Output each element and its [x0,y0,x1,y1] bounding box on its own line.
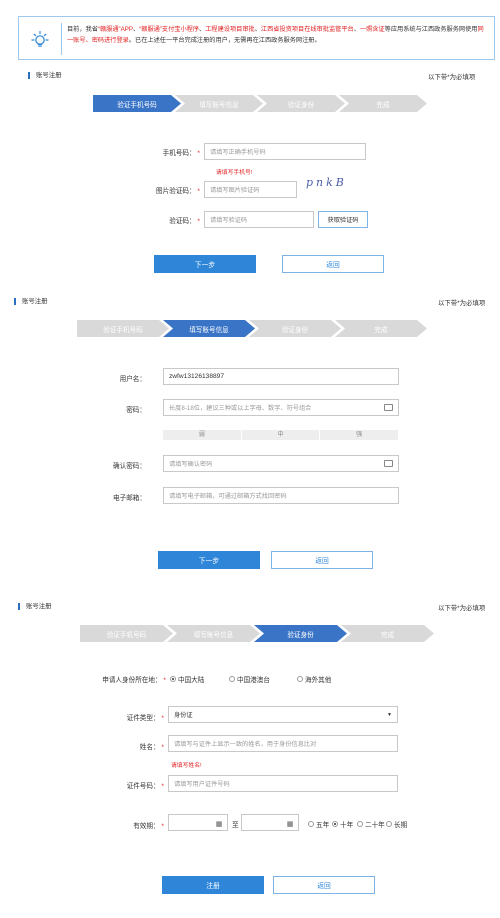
strength-strong: 强 [320,430,400,440]
next-button[interactable]: 下一步 [158,551,260,569]
date-range-separator: 至 [232,822,239,829]
step-verify-phone: 验证手机号码 [77,320,169,337]
region-option-hk-macao-taiwan[interactable]: 中国港澳台 [229,674,270,684]
name-label: 姓名： * [139,744,164,751]
validity-option-five-years[interactable]: 五年 [308,819,329,829]
radio-icon [332,821,338,827]
step-verify-identity: 验证身份 [257,95,345,112]
notice-segment: 江西省投资项目在线审批监管平台 [260,26,354,33]
next-button[interactable]: 下一步 [154,255,256,273]
step-verify-identity: 验证身份 [254,625,347,642]
calendar-icon[interactable]: ▦ [214,819,224,828]
step-verify-phone: 验证手机号码 [80,625,173,642]
step-bar: 验证手机号码 填写账号信息 验证身份 完成 [80,625,438,642]
name-input[interactable]: 请填写与证件上显示一致的姓名，用于身份信息比对 [168,735,398,752]
section-title: 账号注册 [18,603,52,610]
notice-segment: 一照含证 [359,26,385,33]
radio-icon [170,676,176,682]
notice-segment: 等应用系统与江西政务服务网使用 [384,26,478,33]
keyboard-icon[interactable] [384,404,393,411]
validity-start-input[interactable]: ▦ [168,814,228,831]
step-verify-identity: 验证身份 [249,320,341,337]
email-input[interactable]: 请填写电子邮箱，可通过邮箱方式找回密码 [163,487,399,504]
captcha-label: 图片验证码： * [156,188,200,195]
notice-divider [61,23,62,55]
notice-segment: 工程建设项目审批 [205,26,255,33]
id-type-value: 身份证 [174,712,193,719]
step-account-info: 填写账号信息 [167,625,260,642]
calendar-icon[interactable]: ▦ [285,819,295,828]
password-label: 密码： [126,407,146,414]
step-bar: 验证手机号码 填写账号信息 验证身份 完成 [77,320,431,337]
password-strength-meter: 弱 中 强 [163,430,400,440]
strength-medium: 中 [242,430,321,440]
notice-banner: 目前，我省“赣服通”APP、“赣服通”支付宝小程序、工程建设项目审批、江西省投资… [18,16,495,60]
name-error: 请填写姓名! [171,763,202,769]
step-complete: 完成 [339,95,427,112]
confirm-password-input[interactable]: 请填写确认密码 [163,455,399,472]
back-button[interactable]: 返回 [282,255,384,273]
id-number-label: 证件号码： * [126,783,164,790]
strength-weak: 弱 [163,430,242,440]
notice-segment: 目前，我省 [67,26,98,33]
password-input[interactable]: 长度8-18位，建议三种或以上字母、数字、符号组合 [163,399,399,416]
back-button[interactable]: 返回 [273,876,375,894]
radio-icon [386,821,392,827]
username-input[interactable]: zwfw13126138897 [163,368,399,385]
radio-icon [229,676,235,682]
phone-label: 手机号码： * [162,150,200,157]
id-type-select[interactable]: 身份证 ▼ [168,706,398,723]
username-label: 用户名： [119,376,146,383]
phone-input[interactable]: 请填写正确手机号码 [204,143,366,160]
keyboard-icon[interactable] [384,460,393,467]
step-bar: 验证手机号码 填写账号信息 验证身份 完成 [93,95,433,112]
section-title: 账号注册 [28,72,62,79]
step-account-info: 填写账号信息 [175,95,263,112]
sms-code-input[interactable]: 请填写验证码 [204,211,314,228]
validity-option-long-term[interactable]: 长期 [386,819,407,829]
get-code-button[interactable]: 获取验证码 [318,211,368,228]
radio-icon [297,676,303,682]
phone-error: 请填写手机号! [216,170,253,176]
section-title: 账号注册 [14,298,48,305]
notice-segment: 。已在上述任一平台完成注册的用户，无需再在江西政务服务网注册。 [128,37,321,44]
validity-end-input[interactable]: ▦ [241,814,299,831]
step-complete: 完成 [341,625,434,642]
validity-option-twenty-years[interactable]: 二十年 [357,819,385,829]
step-verify-phone: 验证手机号码 [93,95,181,112]
region-option-mainland[interactable]: 中国大陆 [170,674,204,684]
id-number-input[interactable]: 请填写用户证件号码 [168,775,398,792]
register-button[interactable]: 注册 [162,876,264,894]
step-account-info: 填写账号信息 [163,320,255,337]
required-note: 以下带*为必填项 [438,300,486,307]
region-label: 申请人身份所在地： * [102,677,166,684]
confirm-password-placeholder: 请填写确认密码 [169,461,213,468]
id-type-label: 证件类型： * [126,715,164,722]
step-complete: 完成 [335,320,427,337]
password-placeholder: 长度8-18位，建议三种或以上字母、数字、符号组合 [169,405,312,412]
region-option-overseas[interactable]: 海外其他 [297,674,331,684]
radio-icon [357,821,363,827]
confirm-password-label: 确认密码： [113,463,146,470]
captcha-image[interactable]: pnkB [306,176,347,189]
dropdown-arrow-icon: ▼ [387,712,392,718]
validity-option-ten-years[interactable]: 十年 [332,819,353,829]
sms-code-label: 验证码： * [169,218,200,225]
notice-segment: “赣服通”APP [97,26,134,33]
required-note: 以下带*为必填项 [428,74,476,81]
notice-segment: “赣服通”支付宝小程序 [139,26,200,33]
email-label: 电子邮箱： [113,495,146,502]
notice-text: 目前，我省“赣服通”APP、“赣服通”支付宝小程序、工程建设项目审批、江西省投资… [67,24,489,46]
required-note: 以下带*为必填项 [438,605,486,612]
back-button[interactable]: 返回 [271,551,373,569]
captcha-input[interactable]: 请填写图片验证码 [204,181,297,198]
lightbulb-icon [26,26,54,54]
validity-label: 有效期： * [133,823,164,830]
radio-icon [308,821,314,827]
